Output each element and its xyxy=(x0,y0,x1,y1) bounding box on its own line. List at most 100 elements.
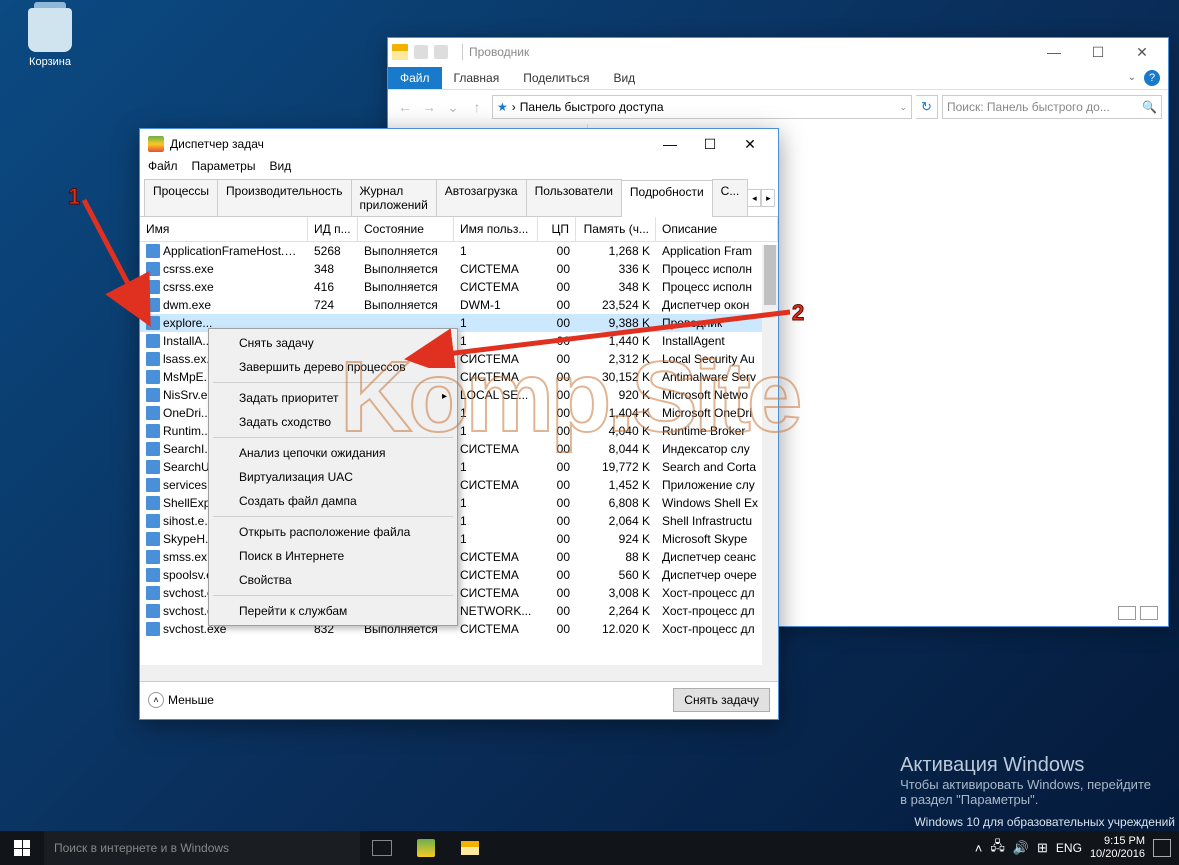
process-icon xyxy=(146,424,160,438)
col-cpu[interactable]: ЦП xyxy=(538,217,576,241)
horizontal-scrollbar[interactable] xyxy=(140,665,778,681)
tab-scroll-left[interactable]: ◂ xyxy=(747,189,761,207)
explorer-title: Проводник xyxy=(469,45,529,59)
table-row[interactable]: dwm.exe724ВыполняетсяDWM-10023,524 KДисп… xyxy=(140,296,778,314)
ease-icon[interactable]: ⊞ xyxy=(1037,840,1048,856)
ribbon-view[interactable]: Вид xyxy=(601,67,647,89)
help-icon[interactable]: ? xyxy=(1144,70,1160,86)
ctx-item[interactable]: Анализ цепочки ожидания xyxy=(211,441,455,465)
taskbar-search[interactable]: Поиск в интернете и в Windows xyxy=(44,831,360,865)
action-center-icon[interactable] xyxy=(1153,839,1171,857)
start-button[interactable] xyxy=(0,831,44,865)
col-mem[interactable]: Память (ч... xyxy=(576,217,656,241)
process-icon xyxy=(146,298,160,312)
activation-watermark: Активация Windows Чтобы активировать Win… xyxy=(900,754,1151,807)
tab-scroll-right[interactable]: ▸ xyxy=(761,189,775,207)
table-row[interactable]: ApplicationFrameHost.exe5268Выполняется1… xyxy=(140,242,778,260)
ribbon-expand-icon[interactable]: ⌄ xyxy=(1128,72,1136,83)
col-desc[interactable]: Описание xyxy=(656,217,778,241)
tab-4[interactable]: Пользователи xyxy=(526,179,622,216)
taskmgr-icon xyxy=(148,136,164,152)
maximize-button[interactable]: ☐ xyxy=(1076,38,1120,66)
taskmgr-menubar: Файл Параметры Вид xyxy=(140,159,778,179)
clock[interactable]: 9:15 PM 10/20/2016 xyxy=(1090,835,1145,861)
explorer-address-bar: ← → ⌄ ↑ ★ › Панель быстрого доступа ⌄ ↻ … xyxy=(388,90,1168,124)
system-tray: ˄ 🖧 🔊 ⊞ ENG 9:15 PM 10/20/2016 xyxy=(967,835,1179,861)
ctx-item[interactable]: Задать сходство xyxy=(211,410,455,434)
search-icon: 🔍 xyxy=(1142,100,1157,114)
col-name[interactable]: Имя xyxy=(140,217,308,241)
refresh-button[interactable]: ↻ xyxy=(916,95,938,119)
menu-view[interactable]: Вид xyxy=(269,159,291,179)
vertical-scrollbar[interactable] xyxy=(762,245,778,665)
recycle-bin[interactable]: Корзина xyxy=(18,8,82,68)
col-state[interactable]: Состояние xyxy=(358,217,454,241)
nav-back-icon[interactable]: ← xyxy=(394,96,416,118)
tab-3[interactable]: Автозагрузка xyxy=(436,179,527,216)
ribbon-home[interactable]: Главная xyxy=(442,67,512,89)
address-dropdown-icon[interactable]: ⌄ xyxy=(899,102,907,113)
minimize-button[interactable]: — xyxy=(1032,38,1076,66)
network-icon[interactable]: 🖧 xyxy=(990,837,1005,859)
minimize-button[interactable]: — xyxy=(650,129,690,159)
breadcrumb: Панель быстрого доступа xyxy=(520,100,664,114)
close-button[interactable]: ✕ xyxy=(730,129,770,159)
volume-icon[interactable]: 🔊 xyxy=(1013,840,1029,856)
taskbar-taskmgr[interactable] xyxy=(404,831,448,865)
maximize-button[interactable]: ☐ xyxy=(690,129,730,159)
ctx-item[interactable]: Открыть расположение файла xyxy=(211,520,455,544)
ctx-item[interactable]: Свойства xyxy=(211,568,455,592)
tab-2[interactable]: Журнал приложений xyxy=(351,179,437,216)
annotation-1: 1 xyxy=(68,184,80,210)
tray-chevron-icon[interactable]: ˄ xyxy=(975,841,983,856)
nav-fwd-icon[interactable]: → xyxy=(418,96,440,118)
taskbar-explorer[interactable] xyxy=(448,831,492,865)
ctx-item[interactable]: Перейти к службам xyxy=(211,599,455,623)
taskmgr-taskbar-icon xyxy=(417,839,435,857)
ctx-item[interactable]: Создать файл дампа xyxy=(211,489,455,513)
table-row[interactable]: csrss.exe416ВыполняетсяСИСТЕМА00348 KПро… xyxy=(140,278,778,296)
menu-file[interactable]: Файл xyxy=(148,159,178,179)
explorer-titlebar[interactable]: Проводник — ☐ ✕ xyxy=(388,38,1168,66)
fewer-details-button[interactable]: ˄ Меньше xyxy=(148,692,214,708)
nav-up-icon[interactable]: ↑ xyxy=(466,96,488,118)
taskmgr-footer: ˄ Меньше Снять задачу xyxy=(140,681,778,717)
end-task-button[interactable]: Снять задачу xyxy=(673,688,770,712)
task-view-button[interactable] xyxy=(360,831,404,865)
address-field[interactable]: ★ › Панель быстрого доступа ⌄ xyxy=(492,95,912,119)
ctx-item[interactable]: Виртуализация UAC xyxy=(211,465,455,489)
ribbon-share[interactable]: Поделиться xyxy=(511,67,601,89)
taskbar: Поиск в интернете и в Windows ˄ 🖧 🔊 ⊞ EN… xyxy=(0,831,1179,865)
process-icon xyxy=(146,370,160,384)
quick-access-toolbar[interactable] xyxy=(414,45,448,59)
process-icon xyxy=(146,514,160,528)
explorer-search[interactable]: Поиск: Панель быстрого до... 🔍 xyxy=(942,95,1162,119)
table-row[interactable]: csrss.exe348ВыполняетсяСИСТЕМА00336 KПро… xyxy=(140,260,778,278)
tab-1[interactable]: Производительность xyxy=(217,179,351,216)
tab-5[interactable]: Подробности xyxy=(621,180,713,217)
view-details-icon[interactable] xyxy=(1118,606,1136,620)
col-user[interactable]: Имя польз... xyxy=(454,217,538,241)
ribbon-file[interactable]: Файл xyxy=(388,67,442,89)
scrollbar-thumb[interactable] xyxy=(764,245,776,305)
chevron-up-icon: ˄ xyxy=(148,692,164,708)
view-large-icon[interactable] xyxy=(1140,606,1158,620)
recycle-bin-label: Корзина xyxy=(18,56,82,68)
language-indicator[interactable]: ENG xyxy=(1056,841,1082,855)
taskmgr-titlebar[interactable]: Диспетчер задач — ☐ ✕ xyxy=(140,129,778,159)
nav-down-icon[interactable]: ⌄ xyxy=(442,96,464,118)
tab-6[interactable]: С... xyxy=(712,179,749,216)
process-icon xyxy=(146,334,160,348)
task-view-icon xyxy=(372,840,392,856)
ctx-item[interactable]: Завершить дерево процессов xyxy=(211,355,455,379)
windows-logo-icon xyxy=(14,840,30,856)
ctx-item[interactable]: Задать приоритет xyxy=(211,386,455,410)
table-header[interactable]: Имя ИД п... Состояние Имя польз... ЦП Па… xyxy=(140,217,778,242)
menu-options[interactable]: Параметры xyxy=(192,159,256,179)
col-pid[interactable]: ИД п... xyxy=(308,217,358,241)
close-button[interactable]: ✕ xyxy=(1120,38,1164,66)
ctx-item[interactable]: Снять задачу xyxy=(211,331,455,355)
process-icon xyxy=(146,442,160,456)
tab-0[interactable]: Процессы xyxy=(144,179,218,216)
ctx-item[interactable]: Поиск в Интернете xyxy=(211,544,455,568)
